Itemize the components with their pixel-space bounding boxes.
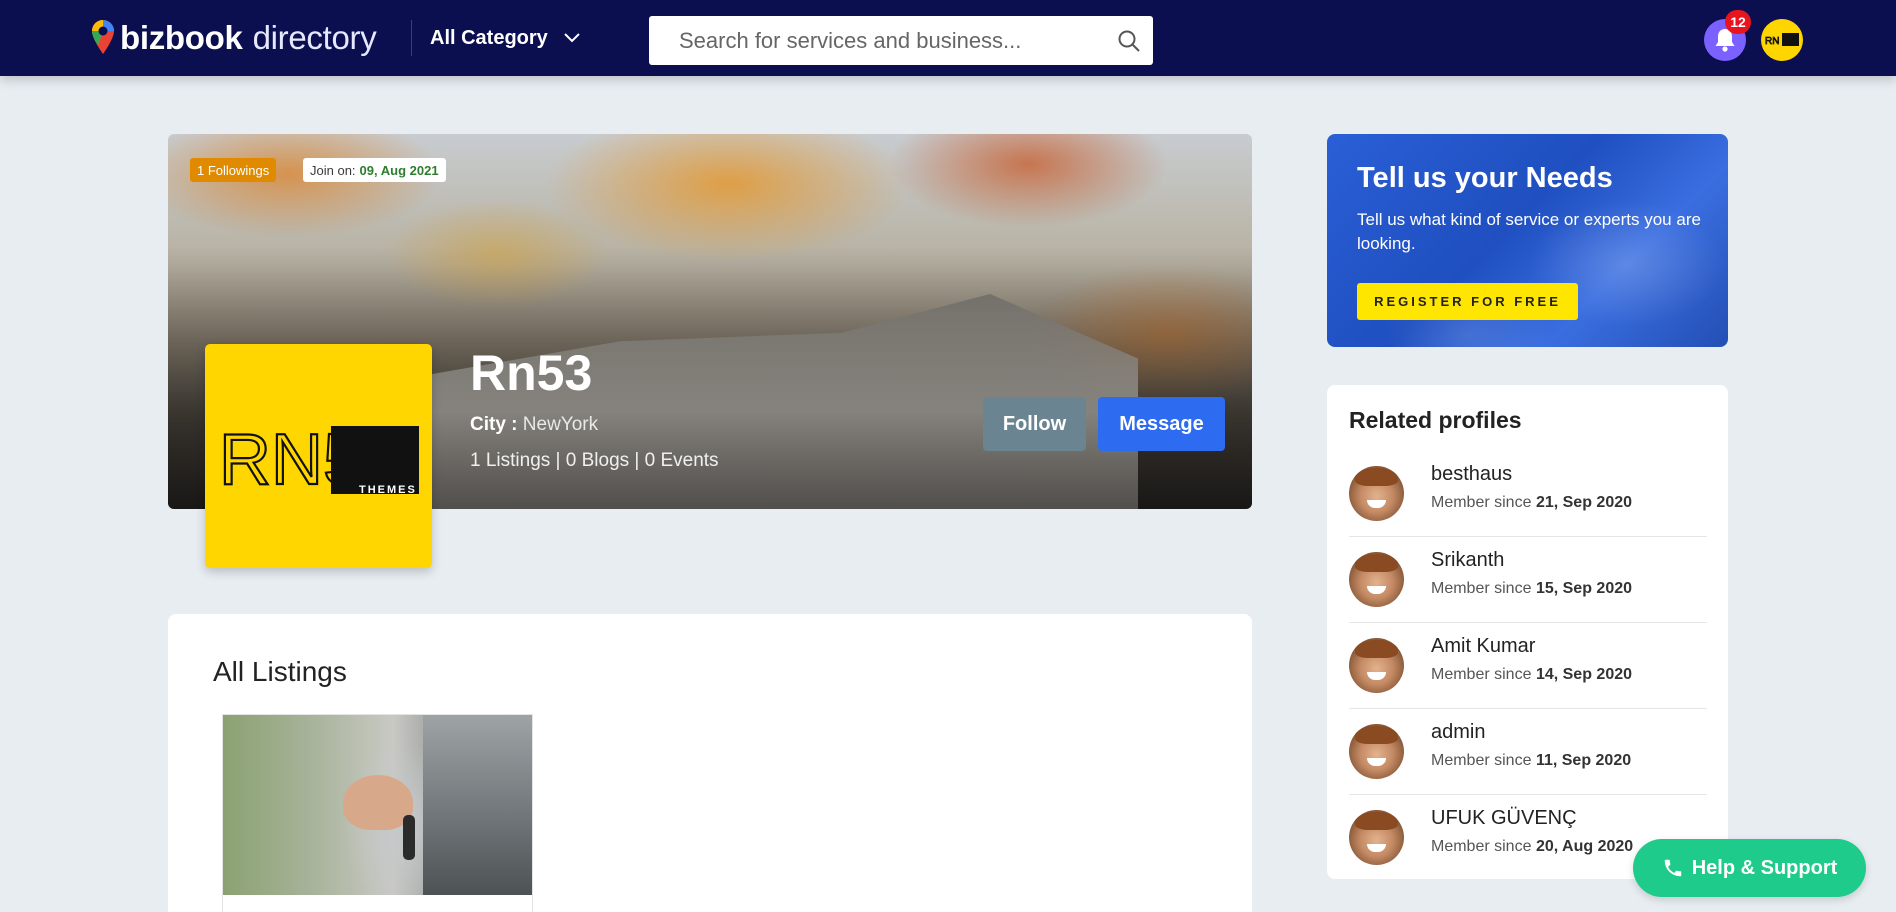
avatar[interactable] [1349,810,1404,865]
search-input[interactable] [649,16,1105,65]
search-bar [649,16,1153,65]
profile-logo[interactable]: RN53 THEMES [205,344,432,568]
member-since: Member since 20, Aug 2020 [1431,838,1634,855]
rn53-logo-mini: RN [1763,30,1801,50]
help-support-label: Help & Support [1691,856,1838,879]
city-value: NewYork [522,414,599,435]
profile-stats: 1 Listings | 0 Blogs | 0 Events [470,450,719,471]
message-button[interactable]: Message [1098,397,1225,451]
related-profile-name[interactable]: Amit Kumar [1431,635,1535,658]
logo-suffix: directory [252,19,377,56]
promo-banner: Tell us your Needs Tell us what kind of … [1327,134,1728,347]
all-listings-title: All Listings [213,656,347,687]
logo-brand: bizbook [120,19,243,56]
related-profile-item[interactable]: Srikanth Member since 15, Sep 2020 [1349,537,1707,623]
related-profiles-title: Related profiles [1349,407,1522,433]
promo-text: Tell us what kind of service or experts … [1357,210,1701,253]
map-pin-icon [92,20,114,56]
svg-text:RN: RN [1765,36,1779,47]
site-logo[interactable]: bizbook directory [92,18,377,58]
profile-logo-sub: THEMES [359,484,417,496]
related-profile-item[interactable]: admin Member since 11, Sep 2020 [1349,709,1707,795]
related-profile-name[interactable]: Srikanth [1431,549,1504,572]
help-support-button[interactable]: Help & Support [1633,839,1866,897]
related-profiles: Related profiles besthaus Member since 2… [1327,385,1728,879]
keys-image [403,815,415,860]
followings-badge[interactable]: 1 Followings [190,158,277,182]
all-listings-section: All Listings [168,614,1252,912]
chevron-down-icon [564,33,580,43]
profile-name: Rn53 [470,345,593,401]
phone-icon [1664,859,1681,877]
follow-button[interactable]: Follow [983,397,1086,451]
avatar[interactable] [1349,638,1404,693]
member-since: Member since 21, Sep 2020 [1431,494,1633,511]
avatar[interactable] [1349,724,1404,779]
header-divider [411,20,412,56]
related-profile-name[interactable]: besthaus [1431,463,1512,486]
join-date: 09, Aug 2021 [359,162,439,178]
top-navbar: bizbookdirectory All Category 12 RN [0,0,1896,76]
avatar[interactable] [1349,552,1404,607]
related-profile-name[interactable]: UFUK GÜVENÇ [1431,807,1577,830]
related-profile-item[interactable]: besthaus Member since 21, Sep 2020 [1349,451,1707,537]
listing-card[interactable] [222,714,533,912]
member-since: Member since 11, Sep 2020 [1431,752,1632,769]
city-label: City : [470,414,518,435]
user-avatar[interactable]: RN [1761,19,1803,61]
profile-city: City : NewYork [470,414,598,436]
related-profile-name[interactable]: admin [1431,721,1485,744]
join-label: Join on: [310,162,356,178]
category-dropdown-label: All Category [430,26,548,49]
category-dropdown[interactable]: All Category [430,20,580,56]
listing-image[interactable] [223,715,532,895]
register-button[interactable]: REGISTER FOR FREE [1357,283,1578,320]
member-since: Member since 14, Sep 2020 [1431,666,1633,683]
related-profile-item[interactable]: Amit Kumar Member since 14, Sep 2020 [1349,623,1707,709]
member-since: Member since 15, Sep 2020 [1431,580,1633,597]
join-date-badge: Join on: 09, Aug 2021 [303,158,446,182]
avatar[interactable] [1349,466,1404,521]
search-icon[interactable] [1105,29,1153,53]
promo-title: Tell us your Needs [1357,162,1613,194]
notification-badge: 12 [1725,10,1751,34]
